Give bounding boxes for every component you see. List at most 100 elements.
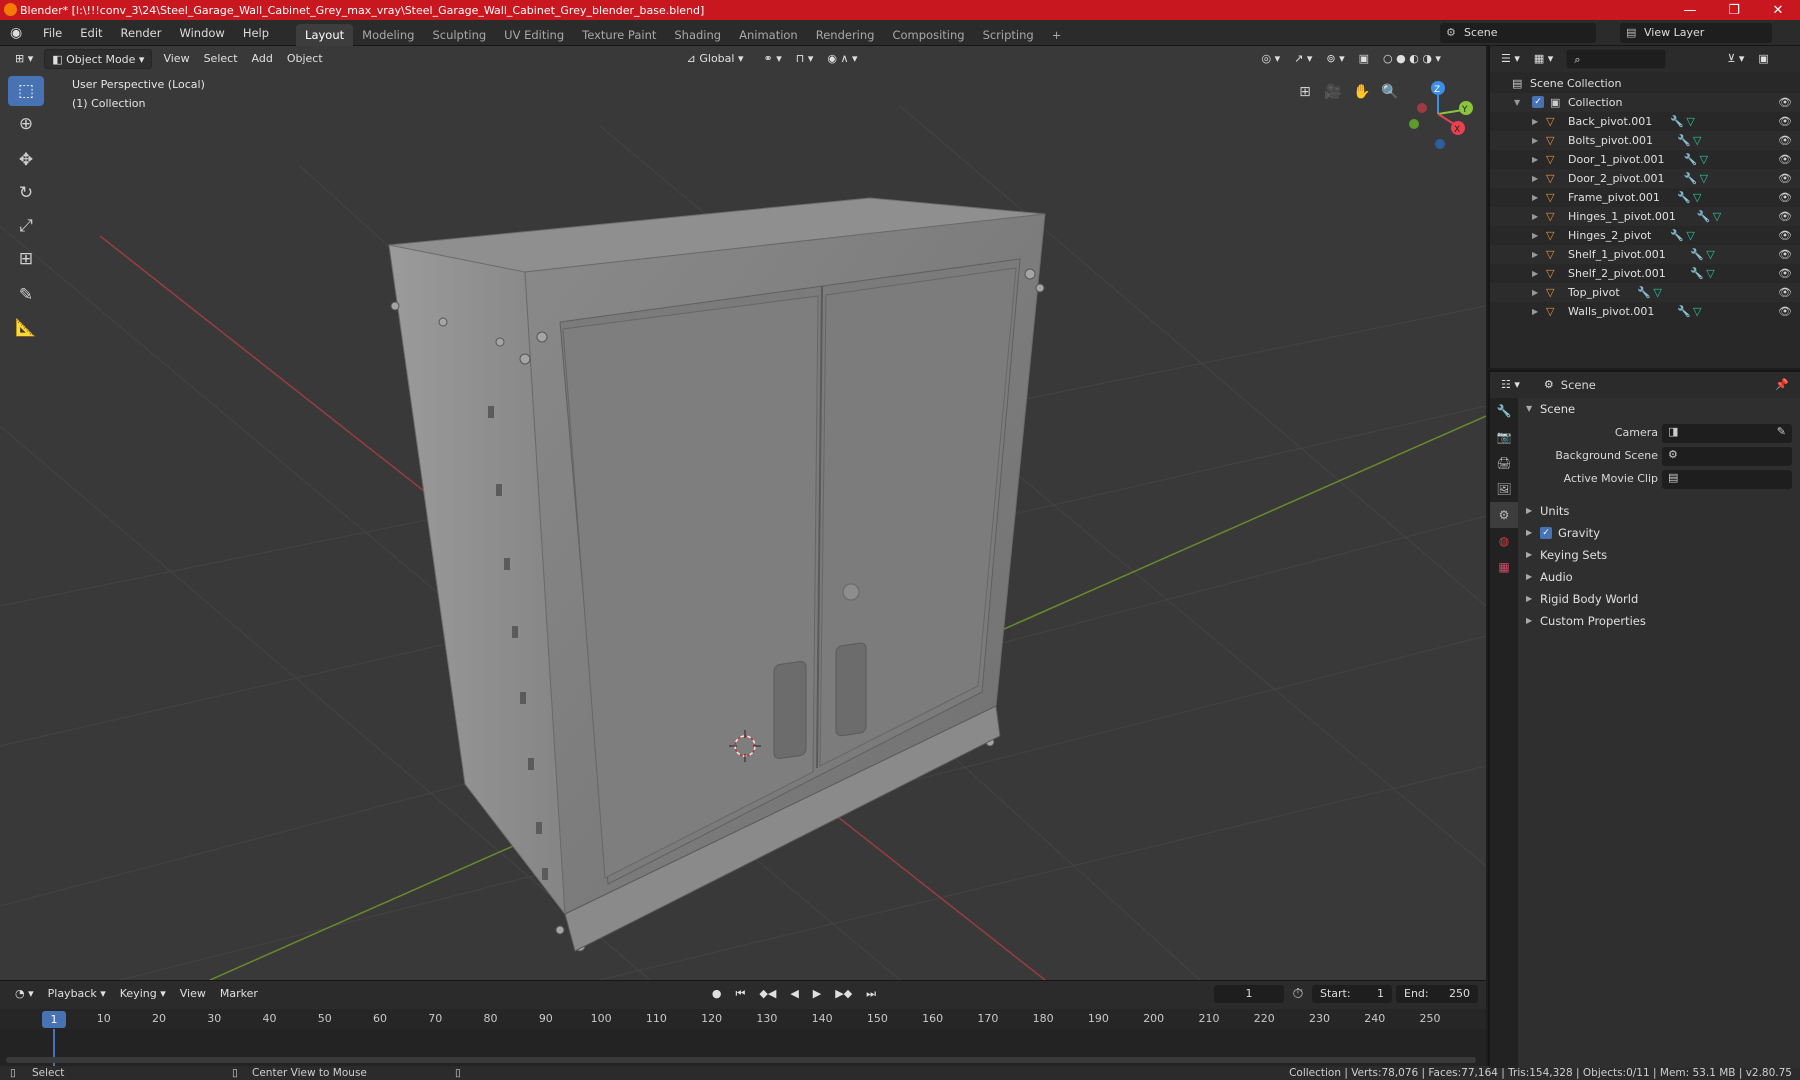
rotate-tool-icon[interactable]: ↻ (8, 178, 44, 208)
modifier-wrench-icon[interactable]: 🔧 (1677, 131, 1691, 150)
modifier-wrench-icon[interactable]: 🔧 (1670, 112, 1684, 131)
play-button[interactable]: ▶ (806, 984, 828, 1004)
output-tab-icon[interactable]: 🖨 (1490, 450, 1518, 476)
active-movie-clip-field[interactable]: ▤ (1662, 470, 1792, 489)
expand-triangle-icon[interactable]: ▶ (1532, 150, 1538, 169)
transform-tool-icon[interactable]: ⊞ (8, 244, 44, 274)
custom-properties-panel-header[interactable]: ▶ Custom Properties (1518, 610, 1800, 632)
xray-icon[interactable]: ▣ (1352, 49, 1376, 69)
play-reverse-button[interactable]: ◀ (783, 984, 805, 1004)
outliner-object-row[interactable]: ▶ ▽ Walls_pivot.001 🔧 ▽ 👁 (1490, 302, 1800, 321)
add-workspace-button[interactable]: + (1043, 24, 1071, 46)
mesh-data-icon[interactable]: ▽ (1693, 131, 1701, 150)
menu-keying[interactable]: Keying ▾ (113, 984, 173, 1004)
scene-panel-header[interactable]: ▼ Scene (1518, 398, 1800, 420)
outliner-object-row[interactable]: ▶ ▽ Frame_pivot.001 🔧 ▽ 👁 (1490, 188, 1800, 207)
mesh-data-icon[interactable]: ▽ (1653, 283, 1661, 302)
jump-end-button[interactable]: ⏭ (859, 984, 883, 1004)
rigid-body-world-panel-header[interactable]: ▶ Rigid Body World (1518, 588, 1800, 610)
world-tab-icon[interactable]: ◍ (1490, 528, 1518, 554)
view-layer-tab-icon[interactable]: 🖼 (1490, 476, 1518, 502)
modifier-wrench-icon[interactable]: 🔧 (1677, 302, 1691, 321)
start-frame-field[interactable]: Start: 1 (1312, 985, 1392, 1003)
eyedropper-icon[interactable]: ✎ (1777, 425, 1786, 438)
menu-timeline-view[interactable]: View (173, 984, 213, 1004)
tab-scripting[interactable]: Scripting (974, 24, 1043, 46)
gravity-checkbox[interactable]: ✓ (1540, 527, 1552, 539)
outliner-search-input[interactable]: ⌕ (1566, 49, 1667, 69)
menu-view[interactable]: View (156, 49, 196, 69)
measure-tool-icon[interactable]: 📐 (8, 313, 44, 343)
expand-triangle-icon[interactable]: ▶ (1532, 283, 1538, 302)
axis-gizmo[interactable]: Z Y X (1409, 81, 1473, 149)
menu-help[interactable]: Help (234, 20, 278, 46)
menu-object[interactable]: Object (280, 49, 330, 69)
transform-orientation-selector[interactable]: ⊿ Global ▾ (680, 49, 751, 69)
modifier-wrench-icon[interactable]: 🔧 (1677, 188, 1691, 207)
mesh-data-icon[interactable]: ▽ (1706, 245, 1714, 264)
outliner-object-row[interactable]: ▶ ▽ Hinges_2_pivot 🔧 ▽ 👁 (1490, 226, 1800, 245)
outliner-object-row[interactable]: ▶ ▽ Bolts_pivot.001 🔧 ▽ 👁 (1490, 131, 1800, 150)
timeline-editor-type-icon[interactable]: ◔ ▾ (8, 984, 41, 1004)
filter-icon[interactable]: ⊻ ▾ (1720, 49, 1751, 69)
outliner-editor-type-icon[interactable]: ☰ ▾ (1494, 49, 1527, 69)
visibility-eye-icon[interactable]: 👁 (1778, 112, 1792, 131)
annotate-tool-icon[interactable]: ✎ (8, 280, 44, 310)
new-collection-icon[interactable]: ▣ (1751, 49, 1775, 69)
visibility-icon[interactable]: ◎ ▾ (1255, 49, 1288, 69)
visibility-eye-icon[interactable]: 👁 (1778, 169, 1792, 188)
jump-keyframe-back-button[interactable]: ◆◀ (752, 984, 783, 1004)
mesh-data-icon[interactable]: ▽ (1693, 302, 1701, 321)
expand-triangle-icon[interactable]: ▶ (1532, 302, 1538, 321)
editor-type-icon[interactable]: ⊞ ▾ (8, 49, 40, 69)
cursor-tool-icon[interactable]: ⊕ (8, 109, 44, 139)
menu-edit[interactable]: Edit (71, 20, 111, 46)
expand-triangle-icon[interactable]: ▶ (1532, 112, 1538, 131)
timeline-scrollbar[interactable] (6, 1057, 1476, 1063)
outliner-object-row[interactable]: ▶ ▽ Door_1_pivot.001 🔧 ▽ 👁 (1490, 150, 1800, 169)
outliner-object-row[interactable]: ▶ ▽ Back_pivot.001 🔧 ▽ 👁 (1490, 112, 1800, 131)
jump-keyframe-forward-button[interactable]: ▶◆ (828, 984, 859, 1004)
visibility-eye-icon[interactable]: 👁 (1778, 188, 1792, 207)
properties-editor-type-icon[interactable]: ☷ ▾ (1494, 375, 1527, 395)
outliner-collection[interactable]: ▼ ✓ ▣ Collection 👁 (1490, 93, 1800, 112)
tab-compositing[interactable]: Compositing (883, 24, 973, 46)
tab-shading[interactable]: Shading (665, 24, 730, 46)
keying-sets-panel-header[interactable]: ▶ Keying Sets (1518, 544, 1800, 566)
pin-icon[interactable]: 📌 (1768, 375, 1796, 395)
menu-marker[interactable]: Marker (213, 984, 265, 1004)
visibility-eye-icon[interactable]: 👁 (1778, 93, 1792, 112)
minimize-button[interactable]: — (1668, 0, 1712, 20)
modifier-wrench-icon[interactable]: 🔧 (1637, 283, 1651, 302)
menu-select[interactable]: Select (197, 49, 245, 69)
tool-tab-icon[interactable]: 🔧 (1490, 398, 1518, 424)
mesh-data-icon[interactable]: ▽ (1686, 226, 1694, 245)
move-tool-icon[interactable]: ✥ (8, 145, 44, 175)
keyframe-track[interactable] (0, 1029, 1486, 1067)
outliner-object-row[interactable]: ▶ ▽ Door_2_pivot.001 🔧 ▽ 👁 (1490, 169, 1800, 188)
camera-view-icon[interactable]: 🎥 (1321, 80, 1345, 104)
end-frame-field[interactable]: End: 250 (1396, 985, 1478, 1003)
select-box-tool-icon[interactable]: ⬚ (8, 76, 44, 106)
3d-viewport[interactable]: Z Y X ⊞ ▾ ◧ Object Mode ▾ View Select Ad… (0, 46, 1486, 980)
tab-animation[interactable]: Animation (730, 24, 807, 46)
visibility-eye-icon[interactable]: 👁 (1778, 226, 1792, 245)
outliner-object-row[interactable]: ▶ ▽ Hinges_1_pivot.001 🔧 ▽ 👁 (1490, 207, 1800, 226)
mesh-data-icon[interactable]: ▽ (1700, 150, 1708, 169)
scene-tab-icon[interactable]: ⚙ (1490, 502, 1518, 528)
scene-selector[interactable]: ⚙ Scene (1440, 23, 1596, 43)
maximize-button[interactable]: ❐ (1712, 0, 1756, 20)
modifier-wrench-icon[interactable]: 🔧 (1697, 207, 1711, 226)
gravity-panel-header[interactable]: ▶ ✓ Gravity (1518, 522, 1800, 544)
visibility-eye-icon[interactable]: 👁 (1778, 150, 1792, 169)
collapse-triangle-icon[interactable]: ▼ (1514, 93, 1520, 112)
units-panel-header[interactable]: ▶ Units (1518, 500, 1800, 522)
snap-icon[interactable]: ⊓ ▾ (789, 49, 821, 69)
gizmo-toggle-icon[interactable]: ↗ ▾ (1287, 49, 1319, 69)
pan-view-hand-icon[interactable]: ✋ (1350, 80, 1374, 104)
zoom-view-icon[interactable]: 🔍 (1378, 80, 1402, 104)
outliner-object-row[interactable]: ▶ ▽ Top_pivot 🔧 ▽ 👁 (1490, 283, 1800, 302)
menu-playback[interactable]: Playback ▾ (41, 984, 113, 1004)
expand-triangle-icon[interactable]: ▶ (1532, 188, 1538, 207)
shading-modes-icon[interactable]: ○ ● ◐ ◑ ▾ (1376, 49, 1448, 69)
